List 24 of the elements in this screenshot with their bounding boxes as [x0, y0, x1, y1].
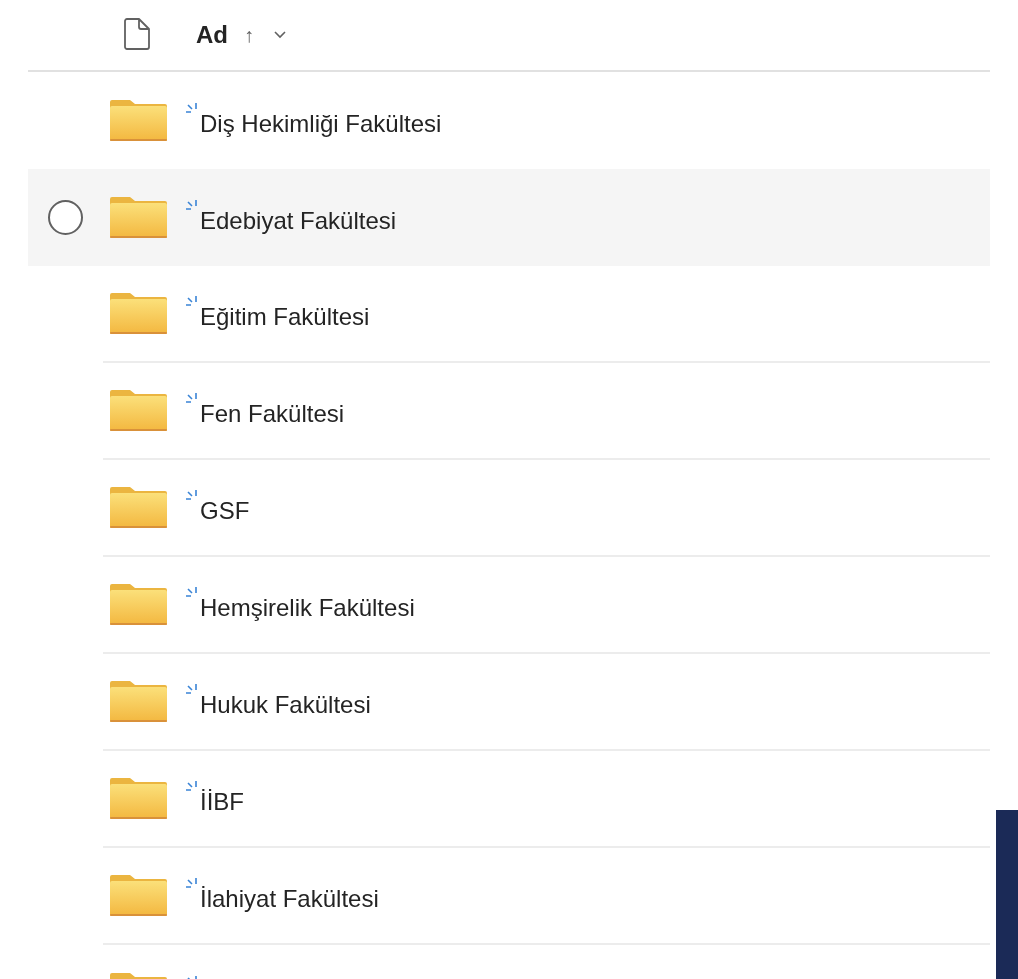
folder-name[interactable]: Edebiyat Fakültesi: [200, 206, 397, 234]
folder-icon: [110, 875, 167, 916]
folder-icon: [110, 681, 167, 722]
sort-arrow: ↑: [244, 23, 254, 48]
folder-name[interactable]: GSF: [200, 496, 250, 524]
folder-name[interactable]: İİBF: [200, 787, 244, 815]
selection-radio[interactable]: [48, 200, 83, 235]
folder-name[interactable]: Hukuk Fakültesi: [200, 690, 371, 718]
folder-icon: [110, 293, 167, 334]
folder-name[interactable]: İlahiyat Fakültesi: [200, 884, 379, 912]
folder-name[interactable]: Diş Hekimliği Fakültesi: [200, 109, 442, 137]
folder-row[interactable]: Edebiyat Fakültesi: [28, 169, 990, 266]
folder-icon: [110, 197, 167, 238]
file-icon: [124, 18, 150, 50]
folder-name[interactable]: Hemşirelik Fakültesi: [200, 593, 415, 621]
folder-icon: [110, 778, 167, 819]
chevron-down-icon: [274, 31, 286, 39]
folder-icon: [110, 390, 167, 431]
folder-name[interactable]: Eğitim Fakültesi: [200, 302, 370, 330]
name-column-header[interactable]: Ad ↑: [196, 17, 286, 53]
folder-icon: [110, 487, 167, 528]
folder-name[interactable]: Fen Fakültesi: [200, 399, 345, 427]
folder-icon: [110, 100, 167, 141]
folder-icon: [110, 584, 167, 625]
